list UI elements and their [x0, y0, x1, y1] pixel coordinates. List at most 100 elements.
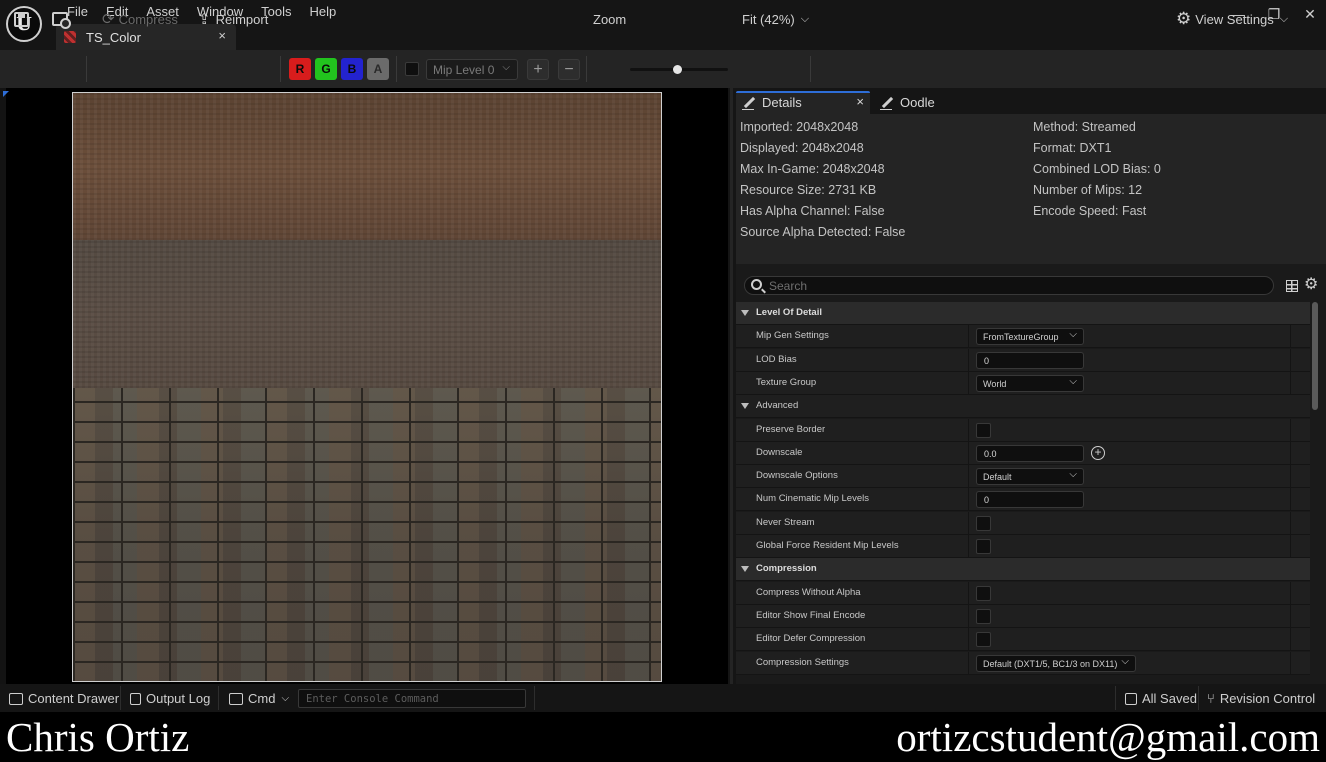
tab-details[interactable]: Details × [736, 91, 870, 114]
close-tab-icon[interactable]: × [218, 28, 226, 43]
close-tab-icon[interactable]: × [856, 94, 864, 109]
category-row[interactable]: Advanced [736, 395, 1310, 419]
caret-down-icon[interactable] [741, 403, 749, 410]
property-label: Num Cinematic Mip Levels [756, 493, 869, 505]
property-row: Downscale 0.0 + [736, 441, 1310, 465]
reimport-icon: ⇪ [198, 11, 211, 28]
property-label: Global Force Resident Mip Levels [756, 540, 899, 551]
panel-splitter[interactable] [728, 88, 736, 684]
texture-preview[interactable] [72, 92, 662, 682]
property-combo[interactable]: Default (DXT1/5, BC1/3 on DX11) ⌵ [976, 654, 1136, 672]
channel-g-toggle[interactable]: G [315, 58, 337, 80]
property-checkbox[interactable] [976, 515, 991, 531]
property-number-field[interactable]: 0 [976, 351, 1084, 369]
compress-button[interactable]: ⟳ Compress [102, 8, 178, 30]
search-input[interactable] [769, 277, 1264, 294]
property-label: Compression [756, 563, 817, 575]
cmd-label: Cmd [248, 691, 276, 706]
property-combo[interactable]: FromTextureGroup ⌵ [976, 328, 1084, 346]
property-row: LOD Bias 0 [736, 348, 1310, 372]
property-combo-value: Default (DXT1/5, BC1/3 on DX11) [983, 658, 1118, 669]
revision-control-button[interactable]: ⑂ Revision Control [1207, 691, 1315, 706]
property-scrollbar[interactable] [1311, 302, 1319, 684]
property-row: Preserve Border [736, 418, 1310, 442]
author-name: Chris Ortiz [6, 714, 190, 760]
column-divider [1290, 511, 1291, 535]
mip-level-combo[interactable]: Mip Level 0 ⌵ [426, 59, 518, 80]
details-search[interactable] [744, 276, 1274, 295]
column-divider [968, 604, 969, 628]
info-lod-bias: Combined LOD Bias: 0 [1033, 162, 1161, 176]
category-row[interactable]: Compression [736, 558, 1310, 582]
category-row[interactable]: Level Of Detail [736, 302, 1310, 325]
content-drawer-button[interactable]: Content Drawer [9, 691, 119, 706]
mip-level-checkbox[interactable] [405, 62, 419, 76]
property-row: Mip Gen Settings FromTextureGroup ⌵ [736, 325, 1310, 349]
console-command-field[interactable] [298, 689, 526, 708]
property-checkbox[interactable] [976, 422, 991, 438]
toolbar-divider [586, 56, 587, 82]
zoom-slider-handle[interactable] [673, 65, 682, 74]
tab-oodle[interactable]: Oodle [874, 91, 974, 114]
property-combo[interactable]: World ⌵ [976, 374, 1084, 392]
caret-down-icon[interactable] [741, 566, 749, 573]
property-row: Never Stream [736, 511, 1310, 535]
column-divider [968, 488, 969, 512]
texture-info-panel: Imported: 2048x2048 Displayed: 2048x2048… [736, 114, 1326, 264]
browse-icon [52, 12, 71, 29]
property-label: Downscale Options [756, 470, 838, 482]
column-divider [968, 418, 969, 442]
menu-help[interactable]: Help [300, 3, 345, 22]
table-view-icon[interactable] [1286, 280, 1298, 292]
viewport-corner-marker [3, 91, 9, 97]
gear-icon: ⚙ [1176, 9, 1192, 28]
column-divider [968, 581, 969, 605]
scrollbar-thumb[interactable] [1312, 302, 1318, 410]
browse-button[interactable] [52, 8, 73, 30]
view-settings-label: View Settings [1195, 11, 1274, 27]
console-icon [229, 692, 243, 705]
property-row: Downscale Options Default ⌵ [736, 465, 1310, 489]
property-combo-value: FromTextureGroup [983, 332, 1059, 343]
property-number-field[interactable]: 0.0 [976, 444, 1084, 462]
save-button[interactable] [14, 8, 34, 30]
texture-icon [64, 31, 76, 43]
channel-b-toggle[interactable]: B [341, 58, 363, 80]
zoom-fit-value: Fit (42%) [742, 11, 795, 27]
mip-decrease-button[interactable]: − [558, 59, 580, 80]
mip-increase-button[interactable]: + [527, 59, 549, 80]
view-settings-button[interactable]: ⚙ View Settings ⌵ [1176, 8, 1288, 30]
console-input[interactable] [299, 690, 525, 707]
zoom-fit-combo[interactable]: Fit (42%) ⌵ [742, 8, 809, 30]
all-saved-button[interactable]: All Saved [1125, 691, 1197, 706]
chevron-down-icon: ⌵ [281, 693, 290, 704]
reimport-label: Reimport [215, 11, 269, 27]
property-checkbox[interactable] [976, 632, 991, 648]
add-icon[interactable]: + [1091, 445, 1105, 460]
channel-a-toggle[interactable]: A [367, 58, 389, 80]
property-label: Compression Settings [756, 656, 849, 668]
compress-label: Compress [118, 11, 178, 27]
property-number-field[interactable]: 0 [976, 491, 1084, 509]
property-checkbox[interactable] [976, 608, 991, 624]
property-combo[interactable]: Default ⌵ [976, 468, 1084, 486]
gear-icon[interactable]: ⚙ [1304, 277, 1318, 293]
property-label: Compress Without Alpha [756, 586, 861, 598]
toolbar-divider [810, 56, 811, 82]
property-combo-value: Default [983, 472, 1012, 483]
property-checkbox[interactable] [976, 539, 991, 554]
document-tab-title: TS_Color [86, 29, 141, 45]
caret-down-icon[interactable] [741, 310, 749, 316]
cmd-combo[interactable]: Cmd ⌵ [229, 691, 289, 706]
reimport-button[interactable]: ⇪ Reimport [198, 8, 268, 30]
info-imported: Imported: 2048x2048 [740, 120, 859, 134]
info-source-alpha: Source Alpha Detected: False [740, 225, 906, 239]
output-log-button[interactable]: Output Log [130, 691, 210, 706]
close-window-icon[interactable]: ✕ [1300, 6, 1320, 23]
column-divider [968, 511, 969, 535]
tab-oodle-label: Oodle [900, 95, 935, 110]
info-method: Method: Streamed [1033, 120, 1136, 134]
property-checkbox[interactable] [976, 585, 991, 601]
mip-level-value: Mip Level 0 [433, 62, 495, 77]
channel-r-toggle[interactable]: R [289, 58, 311, 80]
